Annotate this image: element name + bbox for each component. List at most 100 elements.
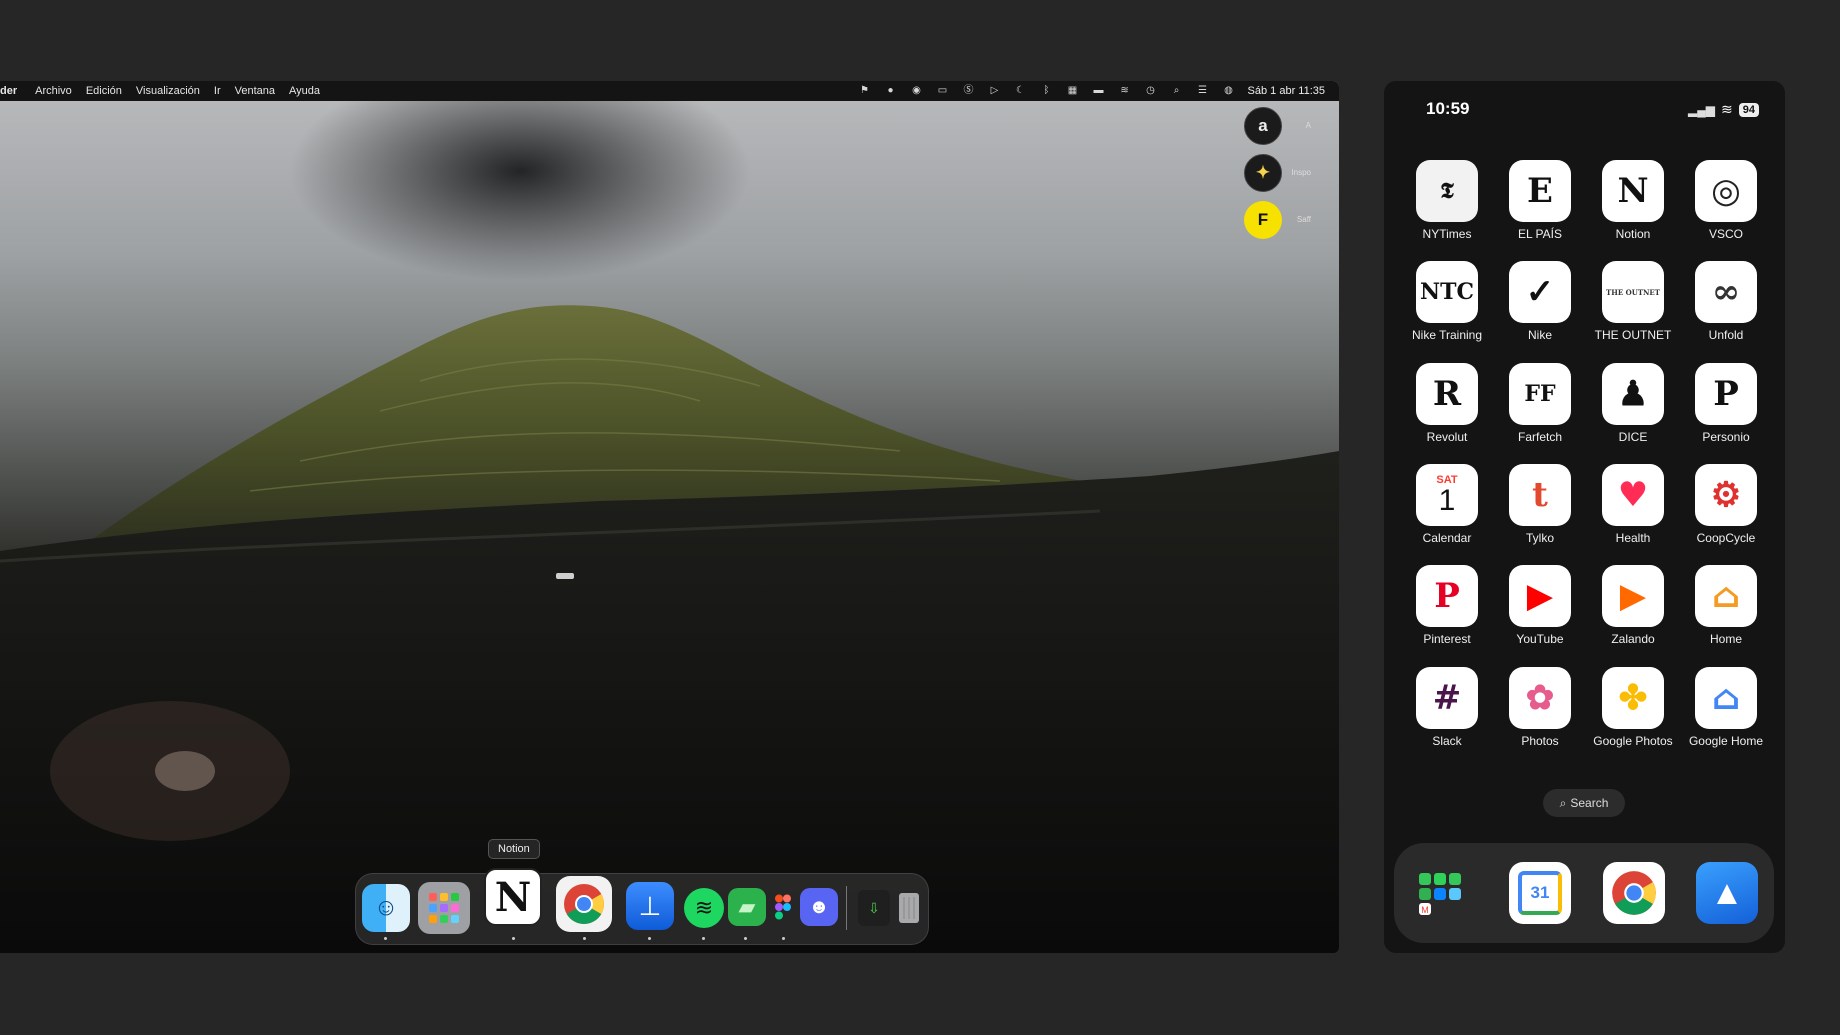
app-dice[interactable]: ♟ DICE	[1588, 363, 1678, 444]
pinterest-label: Pinterest	[1423, 632, 1471, 646]
siri-icon[interactable]: ◍	[1222, 85, 1236, 97]
app-photos[interactable]: ✿ Photos	[1495, 667, 1585, 748]
app-google-photos[interactable]: ✤ Google Photos	[1588, 667, 1678, 748]
menubar-clock[interactable]: Sáb 1 abr 11:35	[1248, 85, 1325, 97]
app-tylko[interactable]: t Tylko	[1495, 464, 1585, 545]
downloads-icon: ⇩	[868, 899, 880, 916]
wifi-icon[interactable]: ≋	[1118, 85, 1132, 97]
app-notion[interactable]: N Notion	[1588, 160, 1678, 241]
screen-record-icon[interactable]: ◉	[910, 85, 924, 97]
app-farfetch[interactable]: FF Farfetch	[1495, 363, 1585, 444]
keynote-icon: ⊥	[638, 890, 662, 921]
discord-app[interactable]: ☻	[800, 888, 838, 926]
notion-icon: N	[494, 873, 532, 921]
launchpad-icon	[429, 893, 459, 923]
chrome-icon	[564, 884, 604, 924]
bluetooth-icon[interactable]: ᛒ	[1040, 85, 1054, 97]
finder-app[interactable]: ☺	[362, 884, 410, 932]
downloads-stack[interactable]: ⇩	[858, 890, 890, 926]
signal-icon: ▂▄▆	[1688, 102, 1716, 117]
home-icon: ⌂	[1695, 565, 1757, 627]
control-center-icon[interactable]: ☰	[1196, 85, 1210, 97]
vsco-label: VSCO	[1708, 227, 1743, 241]
spotify-icon: ≋	[694, 895, 714, 920]
keyboard-icon[interactable]: ▦	[1066, 85, 1080, 97]
spotify-app[interactable]: ≋	[684, 888, 724, 928]
menu-ir[interactable]: Ir	[214, 85, 221, 97]
app-the-outnet[interactable]: THE OUTNET THE OUTNET	[1588, 261, 1678, 342]
app-youtube[interactable]: ▶ YouTube	[1495, 565, 1585, 646]
el-pa-s-label: EL PAÍS	[1517, 227, 1563, 241]
app-el-pa-s[interactable]: E EL PAÍS	[1495, 160, 1585, 241]
chrome-icon	[1612, 871, 1656, 915]
folder-icon[interactable]: ▭	[936, 85, 950, 97]
spotify-running-dot	[702, 937, 705, 940]
dock-divider	[846, 886, 847, 930]
inspo-widget[interactable]: ✦	[1244, 154, 1282, 192]
app-nike[interactable]: ✓ Nike	[1495, 261, 1585, 342]
keynote-running-dot	[648, 937, 651, 940]
saff-widget[interactable]: F	[1244, 201, 1282, 239]
app-revolut[interactable]: R Revolut	[1402, 363, 1492, 444]
zalando-label: Zalando	[1611, 632, 1655, 646]
slack-label: Slack	[1432, 734, 1462, 748]
app-zalando[interactable]: ▶ Zalando	[1588, 565, 1678, 646]
phone-status-time: 10:59	[1426, 99, 1470, 118]
nytimes-label: NYTimes	[1422, 227, 1472, 241]
sparkle-icon: ✦	[1255, 163, 1271, 182]
moon-icon[interactable]: ☾	[1014, 85, 1028, 97]
mac-desktop: der Archivo Edición Visualización Ir Ven…	[0, 81, 1339, 953]
dice-icon: ♟	[1602, 363, 1664, 425]
health-label: Health	[1615, 531, 1651, 545]
menu-visualizacion[interactable]: Visualización	[136, 85, 200, 97]
menu-archivo[interactable]: Archivo	[35, 85, 72, 97]
the-outnet-icon: THE OUTNET	[1602, 261, 1664, 323]
el-pa-s-glyph: E	[1527, 171, 1553, 211]
vsco-icon: ◎	[1695, 160, 1757, 222]
app-google-home[interactable]: ⌂ Google Home	[1681, 667, 1771, 748]
menu-ayuda[interactable]: Ayuda	[289, 85, 320, 97]
unfold-label: Unfold	[1708, 328, 1744, 342]
menu-app-name[interactable]: der	[0, 85, 17, 97]
search-icon[interactable]: ⌕	[1170, 85, 1184, 97]
menu-ventana[interactable]: Ventana	[235, 85, 275, 97]
chrome-app[interactable]	[1603, 862, 1665, 924]
figma-app[interactable]	[768, 888, 798, 926]
launchpad-app[interactable]	[418, 882, 470, 934]
keynote-app[interactable]: ⊥	[626, 882, 674, 930]
app-home[interactable]: ⌂ Home	[1681, 565, 1771, 646]
chrome-app[interactable]	[556, 876, 612, 932]
spark-app[interactable]: ▲	[1696, 862, 1758, 924]
arc-widget-icon: a	[1258, 116, 1268, 135]
play-icon[interactable]: ▷	[988, 85, 1002, 97]
battery-icon[interactable]: ▬	[1092, 85, 1106, 97]
trash-app[interactable]	[894, 886, 924, 928]
fastlane-icon[interactable]: ⚑	[858, 85, 872, 97]
spotlight-search-pill[interactable]: ⌕ Search	[1543, 789, 1625, 817]
app-calendar[interactable]: SAT 1 Calendar	[1402, 464, 1492, 545]
notion-app[interactable]: N	[484, 868, 542, 926]
arc-widget[interactable]: a	[1244, 107, 1282, 145]
utilities-folder[interactable]: M	[1410, 862, 1472, 924]
app-slack[interactable]: # Slack	[1402, 667, 1492, 748]
app-pinterest[interactable]: P Pinterest	[1402, 565, 1492, 646]
app-nike-training[interactable]: NTC Nike Training	[1402, 261, 1492, 342]
nike-label: Nike	[1527, 328, 1552, 342]
messages-app[interactable]: ▰	[728, 888, 766, 926]
home-glyph: ⌂	[1711, 576, 1741, 616]
google-calendar-app[interactable]: 31	[1509, 862, 1571, 924]
revolut-label: Revolut	[1426, 430, 1468, 444]
app-personio[interactable]: P Personio	[1681, 363, 1771, 444]
app-coopcycle[interactable]: ⚙ CoopCycle	[1681, 464, 1771, 545]
app-health[interactable]: ♥ Health	[1588, 464, 1678, 545]
shield-icon[interactable]: ●	[884, 85, 898, 97]
app-store-icon[interactable]: Ⓢ	[962, 85, 976, 97]
app-vsco[interactable]: ◎ VSCO	[1681, 160, 1771, 241]
search-icon: ⌕	[1559, 795, 1567, 810]
google-photos-icon: ✤	[1602, 667, 1664, 729]
menu-edicion[interactable]: Edición	[86, 85, 122, 97]
time-machine-icon[interactable]: ◷	[1144, 85, 1158, 97]
app-unfold[interactable]: ∞ Unfold	[1681, 261, 1771, 342]
chrome-running-dot	[583, 937, 586, 940]
app-nytimes[interactable]: 𝕿 NYTimes	[1402, 160, 1492, 241]
